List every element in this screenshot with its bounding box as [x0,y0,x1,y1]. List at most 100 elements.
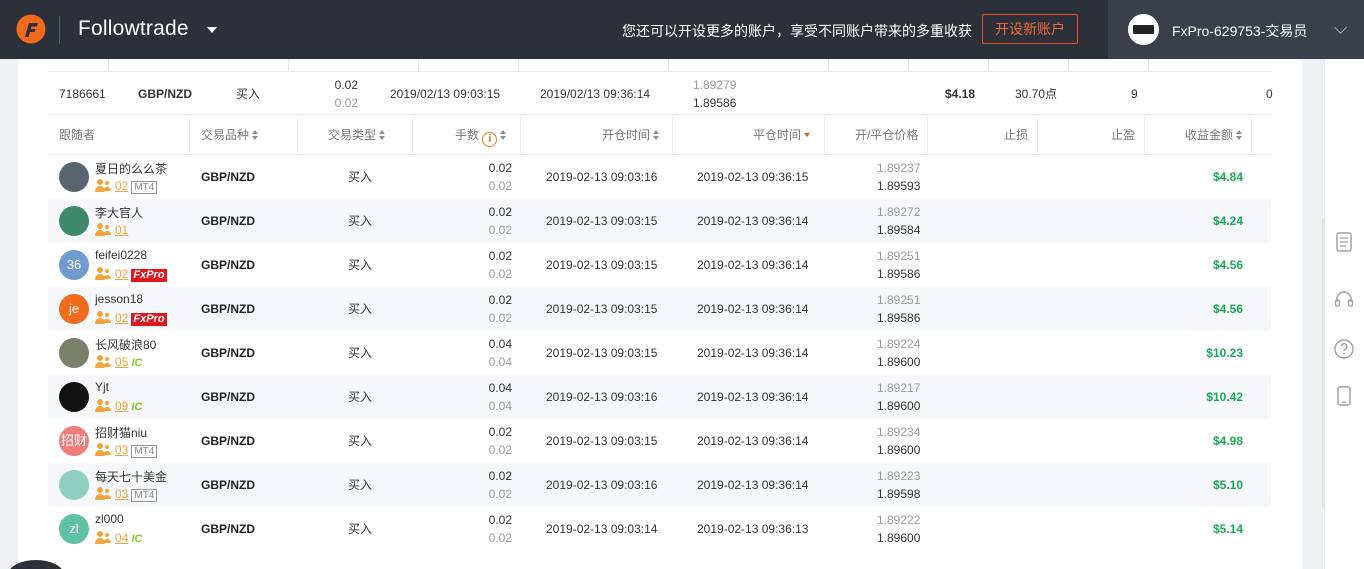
brand-name[interactable]: Followtrade [78,17,189,41]
follower-count-link[interactable]: 03 [115,487,128,501]
type-cell: 买入 [348,302,373,316]
follower-name[interactable]: 长风破浪80 [95,336,156,353]
close-price: 1.89593 [877,179,921,193]
type-cell: 买入 [348,346,373,360]
follower-name[interactable]: 李大官人 [95,204,143,221]
document-icon[interactable] [1333,231,1355,253]
table-row[interactable]: zl zl000 04 IC GBP/NZD 买入 0.02 0.02 2019-02-13 0… [48,507,1271,551]
table-row[interactable]: Yjt 09 IC GBP/NZD 买入 0.04 0.04 2019-02-13 09:03… [48,375,1271,419]
leader-follower-count: 9 [1131,87,1138,101]
info-icon[interactable]: i [482,132,498,147]
follower-count-link[interactable]: 02 [115,267,128,281]
help-icon[interactable] [1333,338,1355,360]
follower-count-link[interactable]: 09 [115,399,128,413]
follower-meta: 09 IC [95,399,142,415]
follower-name[interactable]: 招财猫niu [95,424,147,441]
col-lots[interactable]: 手数 i [413,115,521,155]
mobile-icon[interactable] [1333,385,1355,407]
follower-count-link[interactable]: 03 [115,443,128,457]
col-close-time[interactable]: 平仓时间 [673,115,825,155]
top-navigation-bar: Followtrade 您还可以开设更多的账户，享受不同账户带来的多重收获 开设… [0,0,1364,59]
follower-count-link[interactable]: 05 [115,355,128,369]
chevron-down-icon[interactable] [207,27,217,33]
sort-icon[interactable] [500,130,507,140]
headset-icon[interactable] [1333,289,1355,311]
avatar[interactable]: je [59,294,89,324]
follower-count-link[interactable]: 02 [115,311,128,325]
symbol-cell: GBP/NZD [201,522,255,536]
col-profit[interactable]: 收益金额 [1145,115,1252,155]
avatar[interactable] [59,206,89,236]
follower-count-link[interactable]: 01 [115,223,128,237]
price-cell: 1.89272 1.89584 [877,203,920,239]
table-row[interactable]: je jesson18 02 FxPro GBP/NZD 买入 0.02 0.02 2019-0… [48,287,1271,331]
close-time-cell: 2019-02-13 09:36:14 [697,390,809,404]
sort-icon[interactable] [252,130,259,140]
type-cell: 买入 [348,478,373,492]
col-symbol[interactable]: 交易品种 [190,115,298,155]
brand-logo-icon[interactable] [16,13,46,45]
leader-open-time: 2019/02/13 09:03:15 [390,87,501,101]
close-time-cell: 2019-02-13 09:36:15 [697,170,809,184]
follower-name[interactable]: Yjt [95,380,109,394]
close-price: 1.89600 [877,443,921,457]
avatar[interactable]: 招财 [59,426,89,456]
leader-lots: 0.02 0.02 [308,76,358,112]
account-name: FxPro-629753-交易员 [1172,23,1308,39]
close-price: 1.89600 [877,355,921,369]
col-type[interactable]: 交易类型 [298,115,413,155]
sort-icon[interactable] [653,130,660,140]
open-time-cell: 2019-02-13 09:03:15 [546,346,658,360]
sort-icon[interactable] [379,130,386,140]
close-price: 1.89600 [877,399,921,413]
open-price: 1.89234 [877,425,921,439]
broker-tag: IC [131,401,143,413]
lots-sub: 0.02 [488,443,512,457]
avatar[interactable]: zl [59,514,89,544]
avatar[interactable] [59,162,89,192]
col-stop-loss-label: 止损 [1003,128,1028,142]
close-time-cell: 2019-02-13 09:36:14 [697,434,809,448]
avatar[interactable] [59,382,89,412]
follower-count-link[interactable]: 02 [115,179,128,193]
follower-meta: 02 FxPro [95,267,167,283]
follower-meta: 03 MT4 [95,487,158,503]
col-stop-loss: 止损 [928,115,1038,155]
sort-icon[interactable] [1236,130,1242,140]
open-account-button[interactable]: 开设新账户 [982,14,1078,44]
open-time-cell: 2019-02-13 09:03:15 [546,434,658,448]
follower-count-link[interactable]: 04 [115,531,128,545]
sort-desc-icon[interactable] [804,130,811,140]
table-row[interactable]: 每天七十美金 03 MT4 GBP/NZD 买入 0.02 0.02 2019-02-13 0… [48,463,1271,507]
leader-symbol: GBP/NZD [138,87,192,101]
lots-sub: 0.02 [488,223,512,237]
avatar[interactable] [59,470,89,500]
profit-cell: $5.14 [1212,522,1243,536]
table-row[interactable]: 夏日的么么茶 02 MT4 GBP/NZD 买入 0.02 0.02 2019-02-13 0… [48,155,1271,199]
account-menu[interactable]: FxPro-629753-交易员 [1108,0,1364,59]
chevron-down-icon[interactable] [1334,21,1347,34]
col-follower: 跟随者 [48,115,190,155]
lots-value: 0.02 [488,513,512,527]
follower-name[interactable]: 每天七十美金 [95,468,167,485]
follower-name[interactable]: feifei0228 [95,248,147,262]
platform-tag: MT4 [131,181,158,194]
table-row[interactable]: 36 feifei0228 02 FxPro GBP/NZD 买入 0.02 0.02 2019… [48,243,1271,287]
avatar[interactable]: 36 [59,250,89,280]
col-open-time[interactable]: 开仓时间 [521,115,673,155]
follower-meta: 04 IC [95,531,142,547]
symbol-cell: GBP/NZD [201,346,255,360]
table-row[interactable]: 长风破浪80 05 IC GBP/NZD 买入 0.04 0.04 2019-02-13 09… [48,331,1271,375]
avatar[interactable] [59,338,89,368]
follower-name[interactable]: jesson18 [95,292,143,306]
table-row[interactable]: 李大官人 01 GBP/NZD 买入 0.02 0.02 2019-02-13 09:03:… [48,199,1271,243]
table-row[interactable]: 招财 招财猫niu 03 MT4 GBP/NZD 买入 0.02 0.02 2019-02-13… [48,419,1271,463]
follower-name[interactable]: zl000 [95,512,124,526]
people-icon [95,399,113,412]
symbol-cell: GBP/NZD [201,214,255,228]
profit-cell: $4.56 [1212,258,1243,272]
leader-trade-row[interactable]: 7186661 GBP/NZD 买入 0.02 0.02 2019/02/13 … [48,71,1273,115]
price-cell: 1.89237 1.89593 [877,159,920,195]
ticket-number: 7186661 [59,87,106,101]
follower-name[interactable]: 夏日的么么茶 [95,160,167,177]
